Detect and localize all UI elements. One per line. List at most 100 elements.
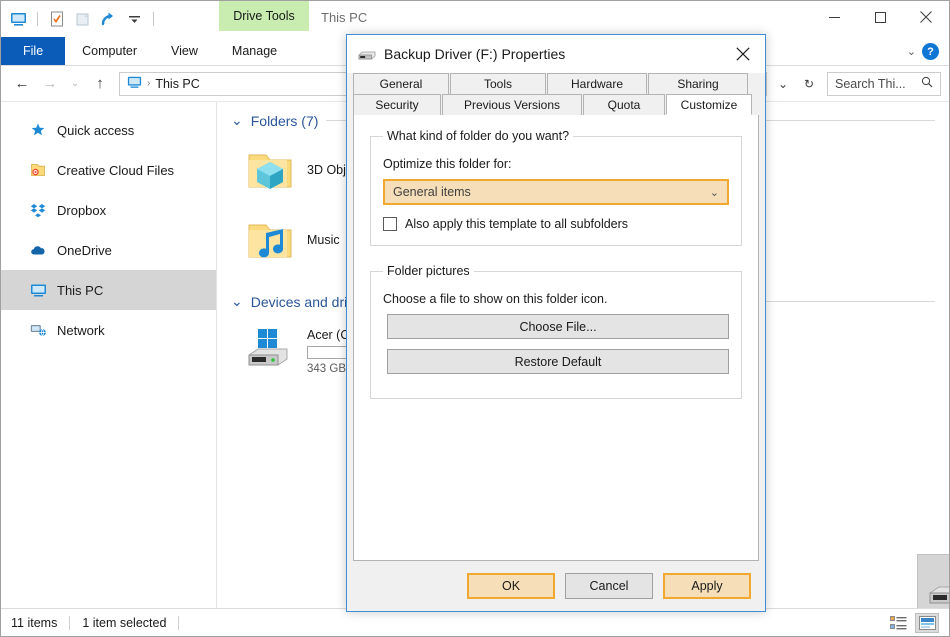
- optimize-folder-dropdown[interactable]: General items ⌄: [383, 179, 729, 205]
- new-folder-icon[interactable]: [73, 10, 92, 29]
- recent-locations-icon[interactable]: ⌄: [65, 71, 85, 97]
- chevron-down-icon[interactable]: ⌄: [231, 293, 243, 310]
- tab-view[interactable]: View: [154, 37, 215, 65]
- back-button[interactable]: ←: [9, 71, 35, 97]
- sidebar-item-quick-access[interactable]: Quick access: [1, 110, 216, 150]
- status-item-count: 11 items: [11, 615, 58, 630]
- title-bar: Drive Tools This PC: [1, 1, 949, 37]
- sidebar-item-label: Quick access: [57, 122, 135, 138]
- tab-security[interactable]: Security: [353, 94, 441, 115]
- this-pc-icon[interactable]: [9, 10, 28, 29]
- optimize-label: Optimize this folder for:: [383, 157, 512, 171]
- customize-qat-icon[interactable]: [125, 10, 144, 29]
- minimize-button[interactable]: [811, 1, 857, 33]
- cancel-button[interactable]: Cancel: [565, 573, 653, 599]
- contextual-tab-label: Drive Tools: [233, 9, 295, 23]
- contextual-tab-drive-tools[interactable]: Drive Tools: [219, 1, 309, 31]
- ribbon-expand-icon[interactable]: ⌄: [907, 45, 916, 58]
- drive-icon: [924, 562, 949, 608]
- up-button[interactable]: ↑: [87, 71, 113, 97]
- close-button[interactable]: [903, 1, 949, 33]
- refresh-icon[interactable]: ↻: [797, 72, 821, 96]
- dialog-page-customize: What kind of folder do you want? Optimiz…: [353, 115, 759, 561]
- breadcrumb-label[interactable]: This PC: [155, 77, 199, 91]
- monitor-icon: [127, 75, 142, 93]
- properties-icon[interactable]: [47, 10, 66, 29]
- address-dropdown-icon[interactable]: ⌄: [771, 72, 795, 96]
- group-header-label: Folders (7): [250, 112, 319, 129]
- view-toggles: [886, 612, 939, 633]
- navigation-pane: Quick access Creative Cloud Files Dropbo…: [1, 102, 217, 608]
- dialog-close-button[interactable]: [721, 35, 765, 73]
- tab-manage[interactable]: Manage: [214, 37, 295, 65]
- checkbox-box[interactable]: [383, 217, 397, 231]
- tab-quota[interactable]: Quota: [583, 94, 665, 115]
- apply-to-subfolders-checkbox[interactable]: Also apply this template to all subfolde…: [383, 217, 729, 231]
- sidebar-item-network[interactable]: Network: [1, 310, 216, 350]
- folder-pictures-group: Folder pictures Choose a file to show on…: [370, 264, 742, 399]
- window-title: This PC: [321, 9, 368, 25]
- forward-button[interactable]: →: [37, 71, 63, 97]
- tab-file[interactable]: File: [1, 37, 66, 65]
- status-divider-2: [178, 615, 180, 630]
- apply-button[interactable]: Apply: [663, 573, 751, 599]
- network-icon: [29, 321, 47, 339]
- ok-button[interactable]: OK: [467, 573, 555, 599]
- creative-cloud-icon: [29, 161, 47, 179]
- list-item-selected[interactable]: Backup Driver (F:) 2.1 GB free of 58 GB: [917, 554, 949, 608]
- folder-music-icon: [243, 213, 297, 267]
- tab-previous-versions[interactable]: Previous Versions: [442, 94, 582, 115]
- folder-kind-group: What kind of folder do you want? Optimiz…: [370, 129, 742, 246]
- tab-customize[interactable]: Customize: [666, 94, 752, 115]
- dialog-footer: OK Cancel Apply: [347, 561, 765, 611]
- star-icon: [29, 121, 47, 139]
- search-icon: [921, 76, 933, 91]
- maximize-button[interactable]: [857, 1, 903, 33]
- search-input[interactable]: Search Thi...: [827, 71, 941, 96]
- sidebar-item-creative-cloud-files[interactable]: Creative Cloud Files: [1, 150, 216, 190]
- folder-pictures-description: Choose a file to show on this folder ico…: [383, 292, 608, 306]
- sidebar-item-label: OneDrive: [57, 242, 112, 258]
- dropbox-icon: [29, 201, 47, 219]
- optimize-selected-value: General items: [393, 185, 471, 199]
- redo-arrow-icon[interactable]: [99, 10, 118, 29]
- tab-tools[interactable]: Tools: [450, 73, 546, 94]
- breadcrumb-separator: ›: [147, 78, 151, 89]
- windows-drive-icon: [243, 324, 297, 378]
- sidebar-item-dropbox[interactable]: Dropbox: [1, 190, 216, 230]
- list-item-name: Music: [307, 233, 340, 247]
- chevron-down-icon: ⌄: [709, 186, 719, 199]
- choose-file-button[interactable]: Choose File...: [387, 314, 729, 339]
- tab-sharing[interactable]: Sharing: [648, 73, 748, 94]
- folder-3d-objects-icon: [243, 143, 297, 197]
- search-placeholder: Search Thi...: [835, 76, 906, 91]
- onedrive-cloud-icon: [29, 241, 47, 259]
- sidebar-item-this-pc[interactable]: This PC: [1, 270, 216, 310]
- dialog-tab-strip: General Tools Hardware Sharing Security …: [347, 73, 765, 115]
- restore-default-button[interactable]: Restore Default: [387, 349, 729, 374]
- tab-hardware[interactable]: Hardware: [547, 73, 647, 94]
- sidebar-item-label: Network: [57, 322, 105, 338]
- large-icons-view-icon[interactable]: [915, 612, 939, 633]
- folder-kind-legend: What kind of folder do you want?: [387, 129, 570, 143]
- drive-icon: [358, 45, 376, 63]
- sidebar-item-onedrive[interactable]: OneDrive: [1, 230, 216, 270]
- status-divider: [69, 615, 71, 630]
- tab-computer[interactable]: Computer: [65, 37, 154, 65]
- quick-access-toolbar: [9, 10, 156, 29]
- sidebar-item-label: Dropbox: [57, 202, 107, 218]
- help-icon[interactable]: ?: [922, 43, 939, 60]
- checkbox-label: Also apply this template to all subfolde…: [405, 217, 629, 231]
- details-view-icon[interactable]: [886, 613, 910, 633]
- toolbar-divider-2: [153, 12, 154, 26]
- dialog-title-bar: Backup Driver (F:) Properties: [347, 35, 765, 73]
- status-bar: 11 items 1 item selected: [1, 608, 949, 636]
- address-bar-buttons: ⌄ ↻: [771, 72, 821, 96]
- dialog-tab-row-1: General Tools Hardware Sharing: [353, 73, 759, 94]
- sidebar-item-label: This PC: [57, 282, 104, 298]
- monitor-icon: [29, 281, 47, 299]
- dialog-tab-row-2: Security Previous Versions Quota Customi…: [353, 94, 759, 115]
- properties-dialog: Backup Driver (F:) Properties General To…: [346, 34, 766, 612]
- chevron-down-icon[interactable]: ⌄: [231, 112, 243, 129]
- tab-general[interactable]: General: [353, 73, 449, 94]
